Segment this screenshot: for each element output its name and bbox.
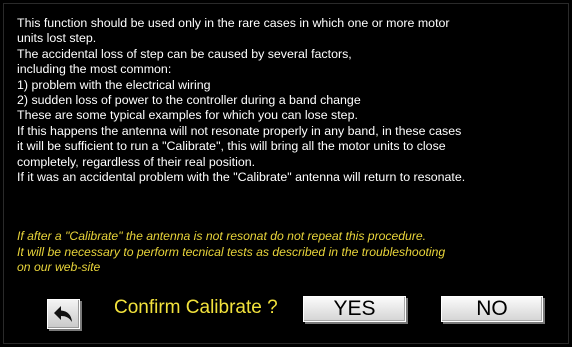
calibrate-warning-text: If after a "Calibrate" the antenna is no… (17, 229, 569, 276)
info-line-highlight: If it was an accidental problem with the… (17, 170, 466, 185)
info-line: This function should be used only in the… (17, 16, 450, 30)
info-line: These are some typical examples for whic… (17, 108, 358, 123)
info-line: The accidental loss of step can be cause… (17, 46, 352, 61)
calibrate-screen: This function should be used only in the… (3, 3, 569, 344)
calibrate-info-text: This function should be used only in the… (17, 16, 569, 185)
yes-button[interactable]: YES (303, 296, 406, 322)
info-line: including the most common: (17, 62, 172, 77)
info-line: completely, regardless of their real pos… (17, 154, 256, 169)
back-button[interactable] (47, 299, 80, 329)
no-button[interactable]: NO (441, 296, 543, 322)
back-arrow-icon (54, 306, 72, 322)
info-line: If this happens the antenna will not res… (17, 123, 462, 138)
warning-line: on our web-site (17, 260, 101, 275)
info-line: 1) problem with the electrical wiring (17, 77, 211, 92)
info-line: it will be sufficient to run a "Calibrat… (17, 139, 446, 154)
warning-line: It will be necessary to perform tecnical… (17, 244, 446, 259)
warning-line: If after a "Calibrate" the antenna is no… (17, 229, 427, 243)
info-line: units lost step. (17, 31, 97, 46)
confirm-calibrate-label: Confirm Calibrate ? (114, 297, 278, 318)
info-line: 2) sudden loss of power to the controlle… (17, 93, 361, 108)
